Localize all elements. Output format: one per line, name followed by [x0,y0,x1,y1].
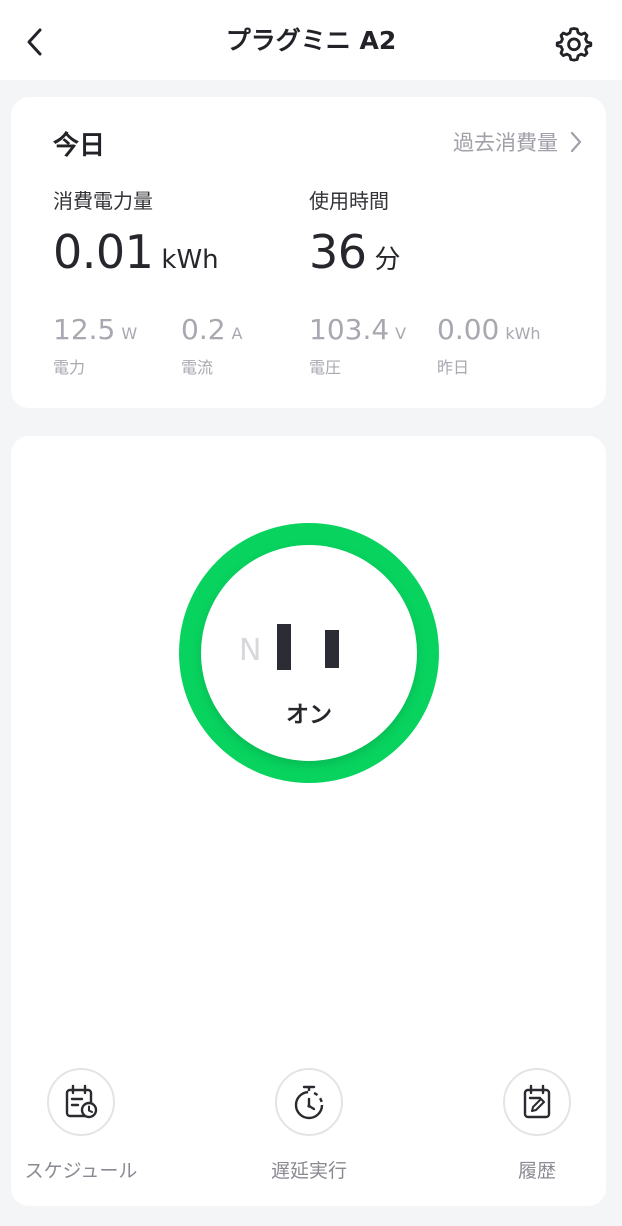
calendar-clock-icon [65,1084,98,1119]
power-state-label: オン [286,702,332,728]
plug-face: N オン [201,545,417,761]
energy-number: 0.01 [53,225,154,279]
top-bar: プラグミニ A2 [0,0,622,80]
energy-unit: kWh [161,245,219,275]
stopwatch-icon [294,1085,324,1120]
current-value: 0.2 [181,313,226,346]
schedule-icon-circle [47,1068,115,1136]
yesterday-stat: 0.00 kWh 昨日 [437,313,541,378]
energy-stats-card: 今日 過去消費量 消費電力量 0.01 kWh 使用時間 36 分 12.5 W… [11,97,606,408]
usage-time-unit: 分 [374,245,401,275]
usage-time-label: 使用時間 [309,189,389,213]
power-label: 電力 [53,358,86,377]
today-label: 今日 [53,131,106,161]
voltage-value: 103.4 [309,313,390,346]
voltage-unit: V [395,324,407,343]
chevron-right-icon [570,131,582,153]
plug-slot-neutral [277,624,291,670]
delay-icon-circle [275,1068,343,1136]
past-consumption-link[interactable]: 過去消費量 [453,127,582,157]
energy-label: 消費電力量 [53,189,153,213]
voltage-label: 電圧 [309,358,342,377]
usage-time-value: 36 分 [309,225,401,279]
power-value: 12.5 [53,313,116,346]
power-stat: 12.5 W 電力 [53,313,137,378]
delay-timer-label: 遅延実行 [270,1160,347,1182]
neutral-label: N [239,633,262,668]
settings-button[interactable] [552,22,596,66]
usage-time-number: 36 [309,225,367,279]
past-consumption-label: 過去消費量 [453,131,558,155]
power-unit: W [121,324,138,343]
schedule-button[interactable]: スケジュール [6,1068,156,1183]
delay-timer-button[interactable]: 遅延実行 [234,1068,384,1183]
schedule-label: スケジュール [24,1160,138,1182]
plug-slot-live [325,630,339,668]
current-unit: A [231,324,243,343]
current-stat: 0.2 A 電流 [181,313,242,378]
yesterday-unit: kWh [505,324,541,343]
yesterday-label: 昨日 [437,358,470,377]
energy-value: 0.01 kWh [53,225,219,279]
current-label: 電流 [181,358,214,377]
gear-icon [555,27,593,62]
plug-control-card: N オン スケジュール 遅延実行 履歴 [11,436,606,1206]
yesterday-value: 0.00 [437,313,500,346]
power-toggle-button[interactable]: N オン [179,523,439,783]
page-title: プラグミニ A2 [225,26,397,55]
note-edit-icon [523,1084,551,1119]
voltage-stat: 103.4 V 電圧 [309,313,406,378]
history-button[interactable]: 履歴 [462,1068,612,1183]
history-label: 履歴 [517,1160,556,1182]
history-icon-circle [503,1068,571,1136]
